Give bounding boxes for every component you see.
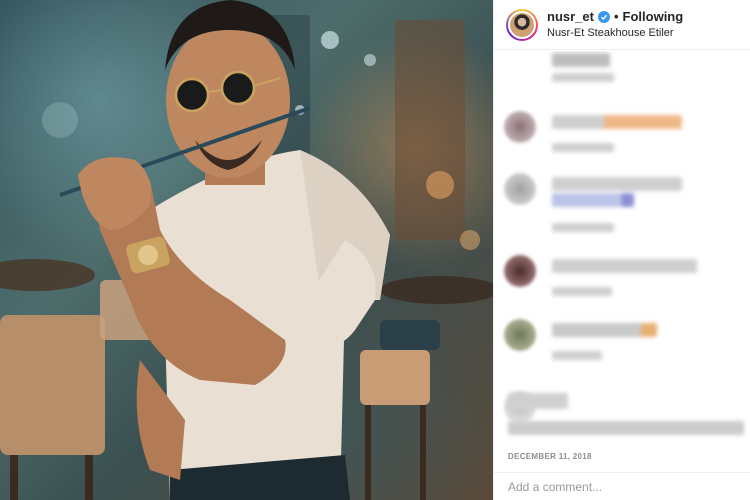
comment-item xyxy=(504,111,740,161)
comment-item xyxy=(504,391,744,443)
separator-dot: • xyxy=(613,9,619,25)
comment-avatar[interactable] xyxy=(504,319,536,351)
comment-meta-redacted xyxy=(552,143,614,152)
header-text: nusr_et • Following Nusr-Et Steakhouse E… xyxy=(547,9,683,40)
location-link[interactable]: Nusr-Et Steakhouse Etiler xyxy=(547,27,683,40)
comment-form xyxy=(494,472,750,500)
comment-list xyxy=(494,51,750,443)
comment-meta-redacted xyxy=(552,73,614,82)
post-date: DECEMBER 11, 2018 xyxy=(508,452,592,461)
profile-avatar[interactable] xyxy=(506,8,538,41)
comment-input[interactable] xyxy=(508,479,728,494)
post-photo-illustration xyxy=(0,0,493,500)
post-photo[interactable] xyxy=(0,0,493,500)
post-header: nusr_et • Following Nusr-Et Steakhouse E… xyxy=(494,0,750,50)
comment-avatar[interactable] xyxy=(504,255,536,287)
following-button[interactable]: Following xyxy=(623,9,684,25)
comment-text-redacted xyxy=(508,393,568,409)
header-row: nusr_et • Following xyxy=(547,9,683,25)
comment-item xyxy=(504,255,740,305)
comment-meta-redacted xyxy=(552,287,612,296)
comment-avatar[interactable] xyxy=(504,111,536,143)
comment-meta-redacted xyxy=(552,351,602,360)
comment-item xyxy=(504,173,740,239)
verified-badge-icon xyxy=(597,10,610,23)
username-link[interactable]: nusr_et xyxy=(547,9,594,25)
post-sidebar: nusr_et • Following Nusr-Et Steakhouse E… xyxy=(493,0,750,500)
comment-text-redacted xyxy=(552,323,657,337)
comment-text-redacted xyxy=(508,421,744,435)
comment-meta-redacted xyxy=(552,223,614,232)
comment-item xyxy=(504,51,740,93)
comment-text-redacted xyxy=(552,259,697,273)
comment-text-redacted xyxy=(552,115,682,129)
comment-text-redacted xyxy=(552,53,610,67)
comment-avatar[interactable] xyxy=(504,173,536,205)
comment-text-redacted xyxy=(552,177,682,191)
comment-item xyxy=(504,319,740,369)
avatar-image xyxy=(508,10,536,39)
comment-text-redacted xyxy=(552,193,634,207)
